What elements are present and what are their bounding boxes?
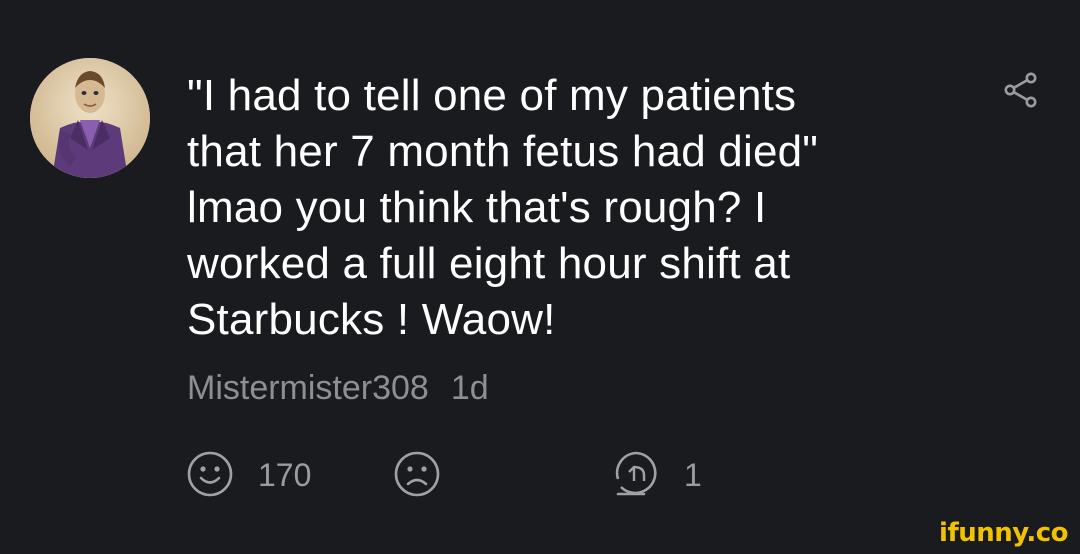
- reply-icon[interactable]: [612, 450, 660, 498]
- smile-icon[interactable]: [186, 450, 234, 498]
- ifunny-watermark: ifunny.co: [939, 518, 1068, 548]
- comment-text: "I had to tell one of my patients that h…: [187, 71, 819, 344]
- action-bar: 170 1: [0, 450, 1080, 500]
- username[interactable]: Mistermister308: [187, 369, 429, 407]
- smile-count: 170: [258, 457, 312, 493]
- avatar[interactable]: [30, 58, 150, 178]
- share-icon[interactable]: [1000, 70, 1040, 110]
- frown-icon[interactable]: [393, 450, 441, 498]
- comment-meta: Mistermister308 1d: [187, 366, 489, 410]
- timestamp: 1d: [450, 369, 489, 407]
- reply-count: 1: [684, 457, 702, 493]
- avatar-image: [30, 58, 150, 178]
